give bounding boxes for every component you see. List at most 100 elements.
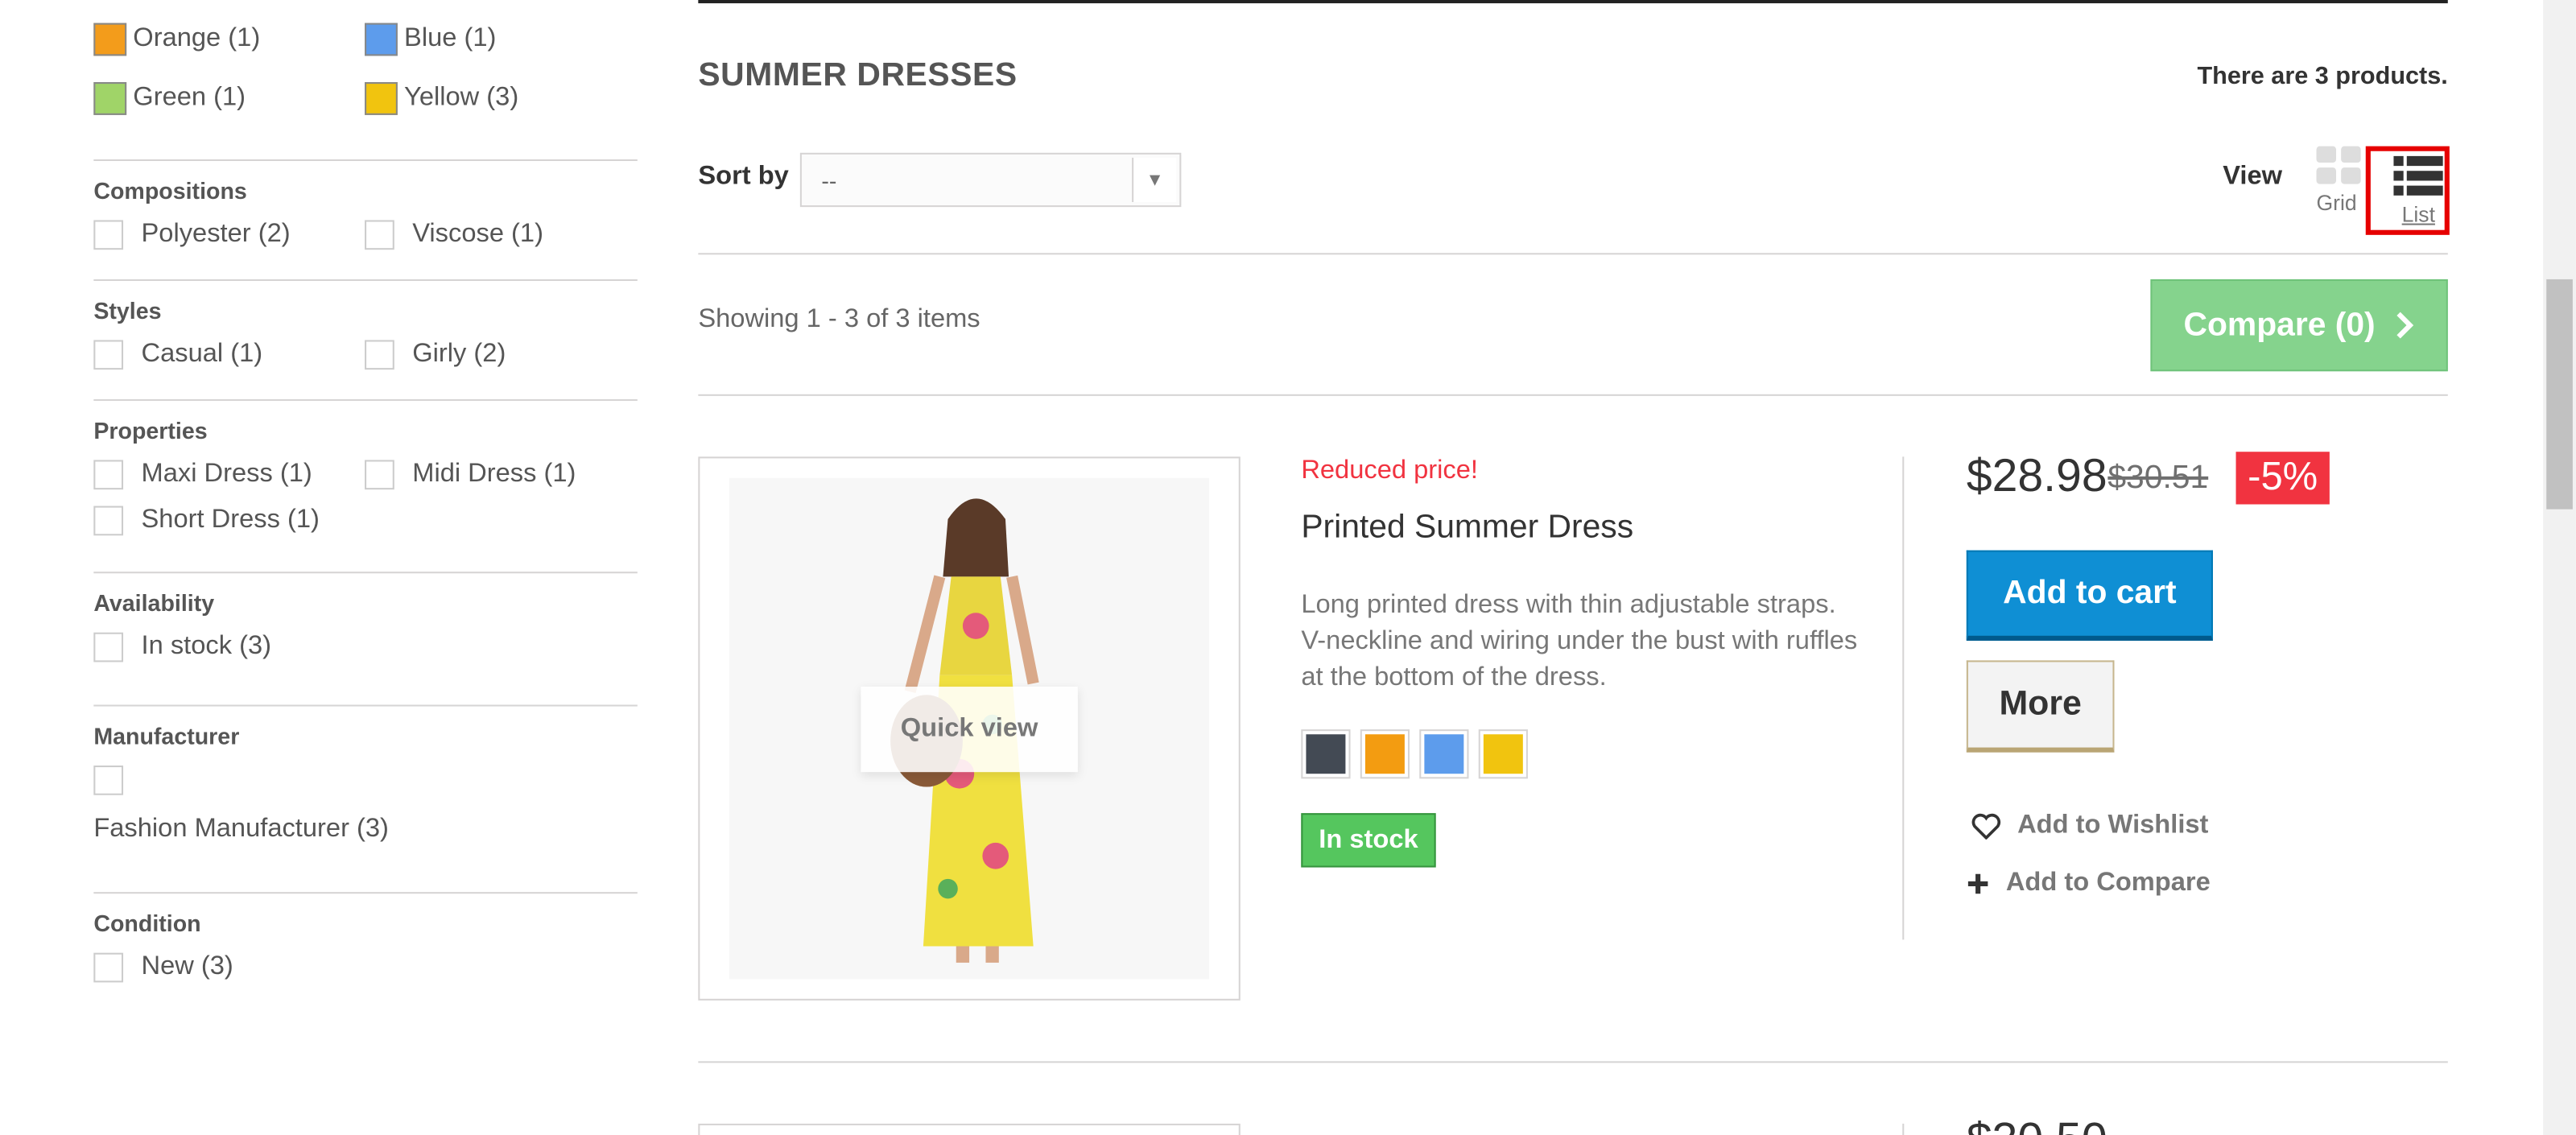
checkbox[interactable] xyxy=(93,340,124,370)
divider xyxy=(698,394,2448,396)
color-label: Orange (1) xyxy=(133,24,261,53)
color-swatch-dark-gray[interactable] xyxy=(1301,729,1351,779)
checkbox[interactable] xyxy=(93,220,124,250)
checkbox[interactable] xyxy=(93,952,124,983)
filter-option-polyester[interactable]: Polyester (2) xyxy=(93,213,365,259)
checkbox[interactable] xyxy=(93,460,124,490)
color-swatch[interactable] xyxy=(365,82,398,115)
filter-option-fashion-manufacturer[interactable]: Fashion Manufacturer (3) xyxy=(93,759,422,857)
facet-title: Properties xyxy=(93,417,208,444)
heart-icon xyxy=(1971,813,2001,840)
checkbox[interactable] xyxy=(365,220,394,250)
facet-properties: Properties Maxi Dress (1) Midi Dress (1)… xyxy=(93,398,638,546)
divider xyxy=(1902,1123,1905,1135)
checkbox[interactable] xyxy=(93,766,124,795)
add-to-compare-link[interactable]: Add to Compare xyxy=(1967,869,2211,899)
option-label: New (3) xyxy=(141,952,233,981)
category-title: SUMMER DRESSES xyxy=(698,57,1018,94)
color-swatch-yellow[interactable] xyxy=(1478,729,1528,779)
showing-items-text: Showing 1 - 3 of 3 items xyxy=(698,305,980,334)
option-label: In stock (3) xyxy=(141,632,272,661)
option-label: Viscose (1) xyxy=(412,220,543,249)
filter-sidebar: Orange (1) Blue (1) Green (1) Yellow (3)… xyxy=(93,0,638,993)
add-to-cart-button[interactable]: Add to cart xyxy=(1966,550,2213,641)
color-swatch-blue[interactable] xyxy=(1419,729,1469,779)
color-swatch[interactable] xyxy=(365,23,398,56)
option-label: Maxi Dress (1) xyxy=(141,460,312,489)
filter-option-in-stock[interactable]: In stock (3) xyxy=(93,626,365,672)
more-button[interactable]: More xyxy=(1966,660,2115,753)
facet-styles: Styles Casual (1) Girly (2) xyxy=(93,279,638,379)
product-price: $30.50 xyxy=(1967,1114,2107,1135)
option-label: Midi Dress (1) xyxy=(412,460,576,489)
list-view-button[interactable]: List xyxy=(2365,146,2450,235)
facet-availability: Availability In stock (3) xyxy=(93,572,638,671)
stock-badge: In stock xyxy=(1301,813,1436,868)
facet-title: Styles xyxy=(93,297,162,324)
grid-icon xyxy=(2316,146,2366,184)
divider xyxy=(698,253,2448,255)
list-view-label: List xyxy=(2401,202,2435,227)
option-label: Casual (1) xyxy=(141,340,263,369)
product-item: Quick view Reduced price! Printed Summer… xyxy=(698,450,2447,1002)
sort-value: -- xyxy=(821,167,837,194)
facet-condition: Condition New (3) xyxy=(93,892,638,992)
facet-title: Manufacturer xyxy=(93,722,240,749)
color-filter-blue[interactable]: Blue (1) xyxy=(365,23,636,56)
option-label: Girly (2) xyxy=(412,340,506,369)
filter-option-new[interactable]: New (3) xyxy=(93,947,365,993)
page-scrollbar[interactable] xyxy=(2543,0,2576,1135)
divider xyxy=(1902,456,1905,940)
product-price: $28.98 xyxy=(1966,450,2107,501)
product-name-link[interactable]: Printed Summer Dress xyxy=(1301,510,1633,547)
color-filter-row: Orange (1) Blue (1) xyxy=(93,10,638,68)
filter-option-casual[interactable]: Casual (1) xyxy=(93,333,365,379)
color-swatch[interactable] xyxy=(93,23,127,56)
facet-compositions: Compositions Polyester (2) Viscose (1) xyxy=(93,159,638,259)
compare-button[interactable]: Compare (0) xyxy=(2150,279,2448,372)
color-swatches xyxy=(1301,729,1528,779)
plus-icon xyxy=(1967,873,1988,894)
filter-option-girly[interactable]: Girly (2) xyxy=(365,333,636,379)
divider xyxy=(698,1061,2448,1063)
quick-view-button[interactable]: Quick view xyxy=(861,687,1078,773)
grid-view-label: Grid xyxy=(2316,190,2357,216)
checkbox[interactable] xyxy=(365,340,394,370)
color-swatch-orange[interactable] xyxy=(1360,729,1410,779)
filter-option-maxi-dress[interactable]: Maxi Dress (1) xyxy=(93,453,365,499)
filter-option-midi-dress[interactable]: Midi Dress (1) xyxy=(365,453,636,499)
color-filter-orange[interactable]: Orange (1) xyxy=(93,23,365,56)
discount-badge: -5% xyxy=(2235,452,2330,505)
color-label: Green (1) xyxy=(133,84,246,112)
add-to-wishlist-link[interactable]: Add to Wishlist xyxy=(1971,811,2208,841)
checkbox[interactable] xyxy=(365,460,394,490)
sort-label: Sort by xyxy=(698,163,789,191)
list-icon xyxy=(2393,155,2443,200)
checkbox[interactable] xyxy=(93,506,124,536)
sort-select[interactable]: -- ▼ xyxy=(799,152,1182,208)
color-filter-green[interactable]: Green (1) xyxy=(93,82,365,115)
view-label: View xyxy=(2223,163,2283,191)
compare-label: Compare (0) xyxy=(2183,306,2376,343)
filter-option-viscose[interactable]: Viscose (1) xyxy=(365,213,636,259)
product-description: Long printed dress with thin adjustable … xyxy=(1301,591,1858,692)
grid-view-button[interactable]: Grid xyxy=(2316,146,2366,222)
color-swatch[interactable] xyxy=(93,82,127,115)
color-label: Yellow (3) xyxy=(404,84,519,112)
option-label: Short Dress (1) xyxy=(141,506,320,534)
chevron-down-icon[interactable]: ▼ xyxy=(1132,157,1177,203)
scrollbar-thumb[interactable] xyxy=(2546,279,2573,510)
old-price: $30.51 xyxy=(2107,460,2209,497)
color-filter-row: Green (1) Yellow (3) xyxy=(93,69,638,128)
option-label: Fashion Manufacturer (3) xyxy=(93,815,389,843)
reduced-price-badge: Reduced price! xyxy=(1301,456,1478,485)
wishlist-label: Add to Wishlist xyxy=(2017,811,2209,840)
product-image-link[interactable]: Quick view xyxy=(698,456,1241,1001)
checkbox[interactable] xyxy=(93,632,124,662)
facet-title: Compositions xyxy=(93,177,247,204)
facet-title: Condition xyxy=(93,910,201,937)
color-filter-yellow[interactable]: Yellow (3) xyxy=(365,82,636,115)
facet-title: Availability xyxy=(93,589,215,617)
filter-option-short-dress[interactable]: Short Dress (1) xyxy=(93,499,365,545)
product-image-link[interactable] xyxy=(698,1123,1241,1135)
